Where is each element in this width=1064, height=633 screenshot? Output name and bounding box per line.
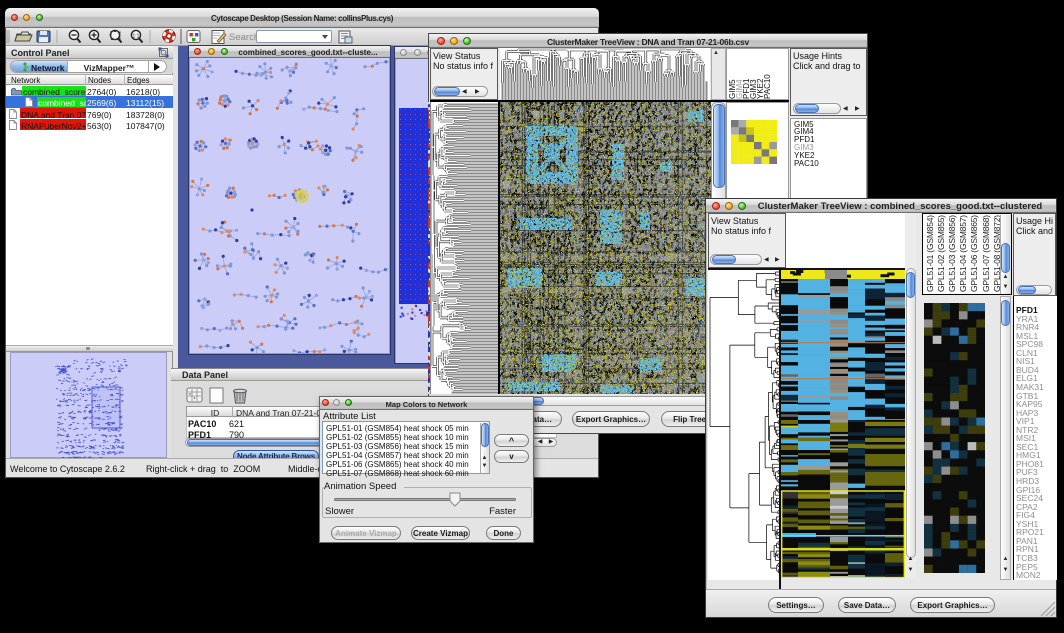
svg-text:1:1: 1:1 (133, 34, 140, 40)
